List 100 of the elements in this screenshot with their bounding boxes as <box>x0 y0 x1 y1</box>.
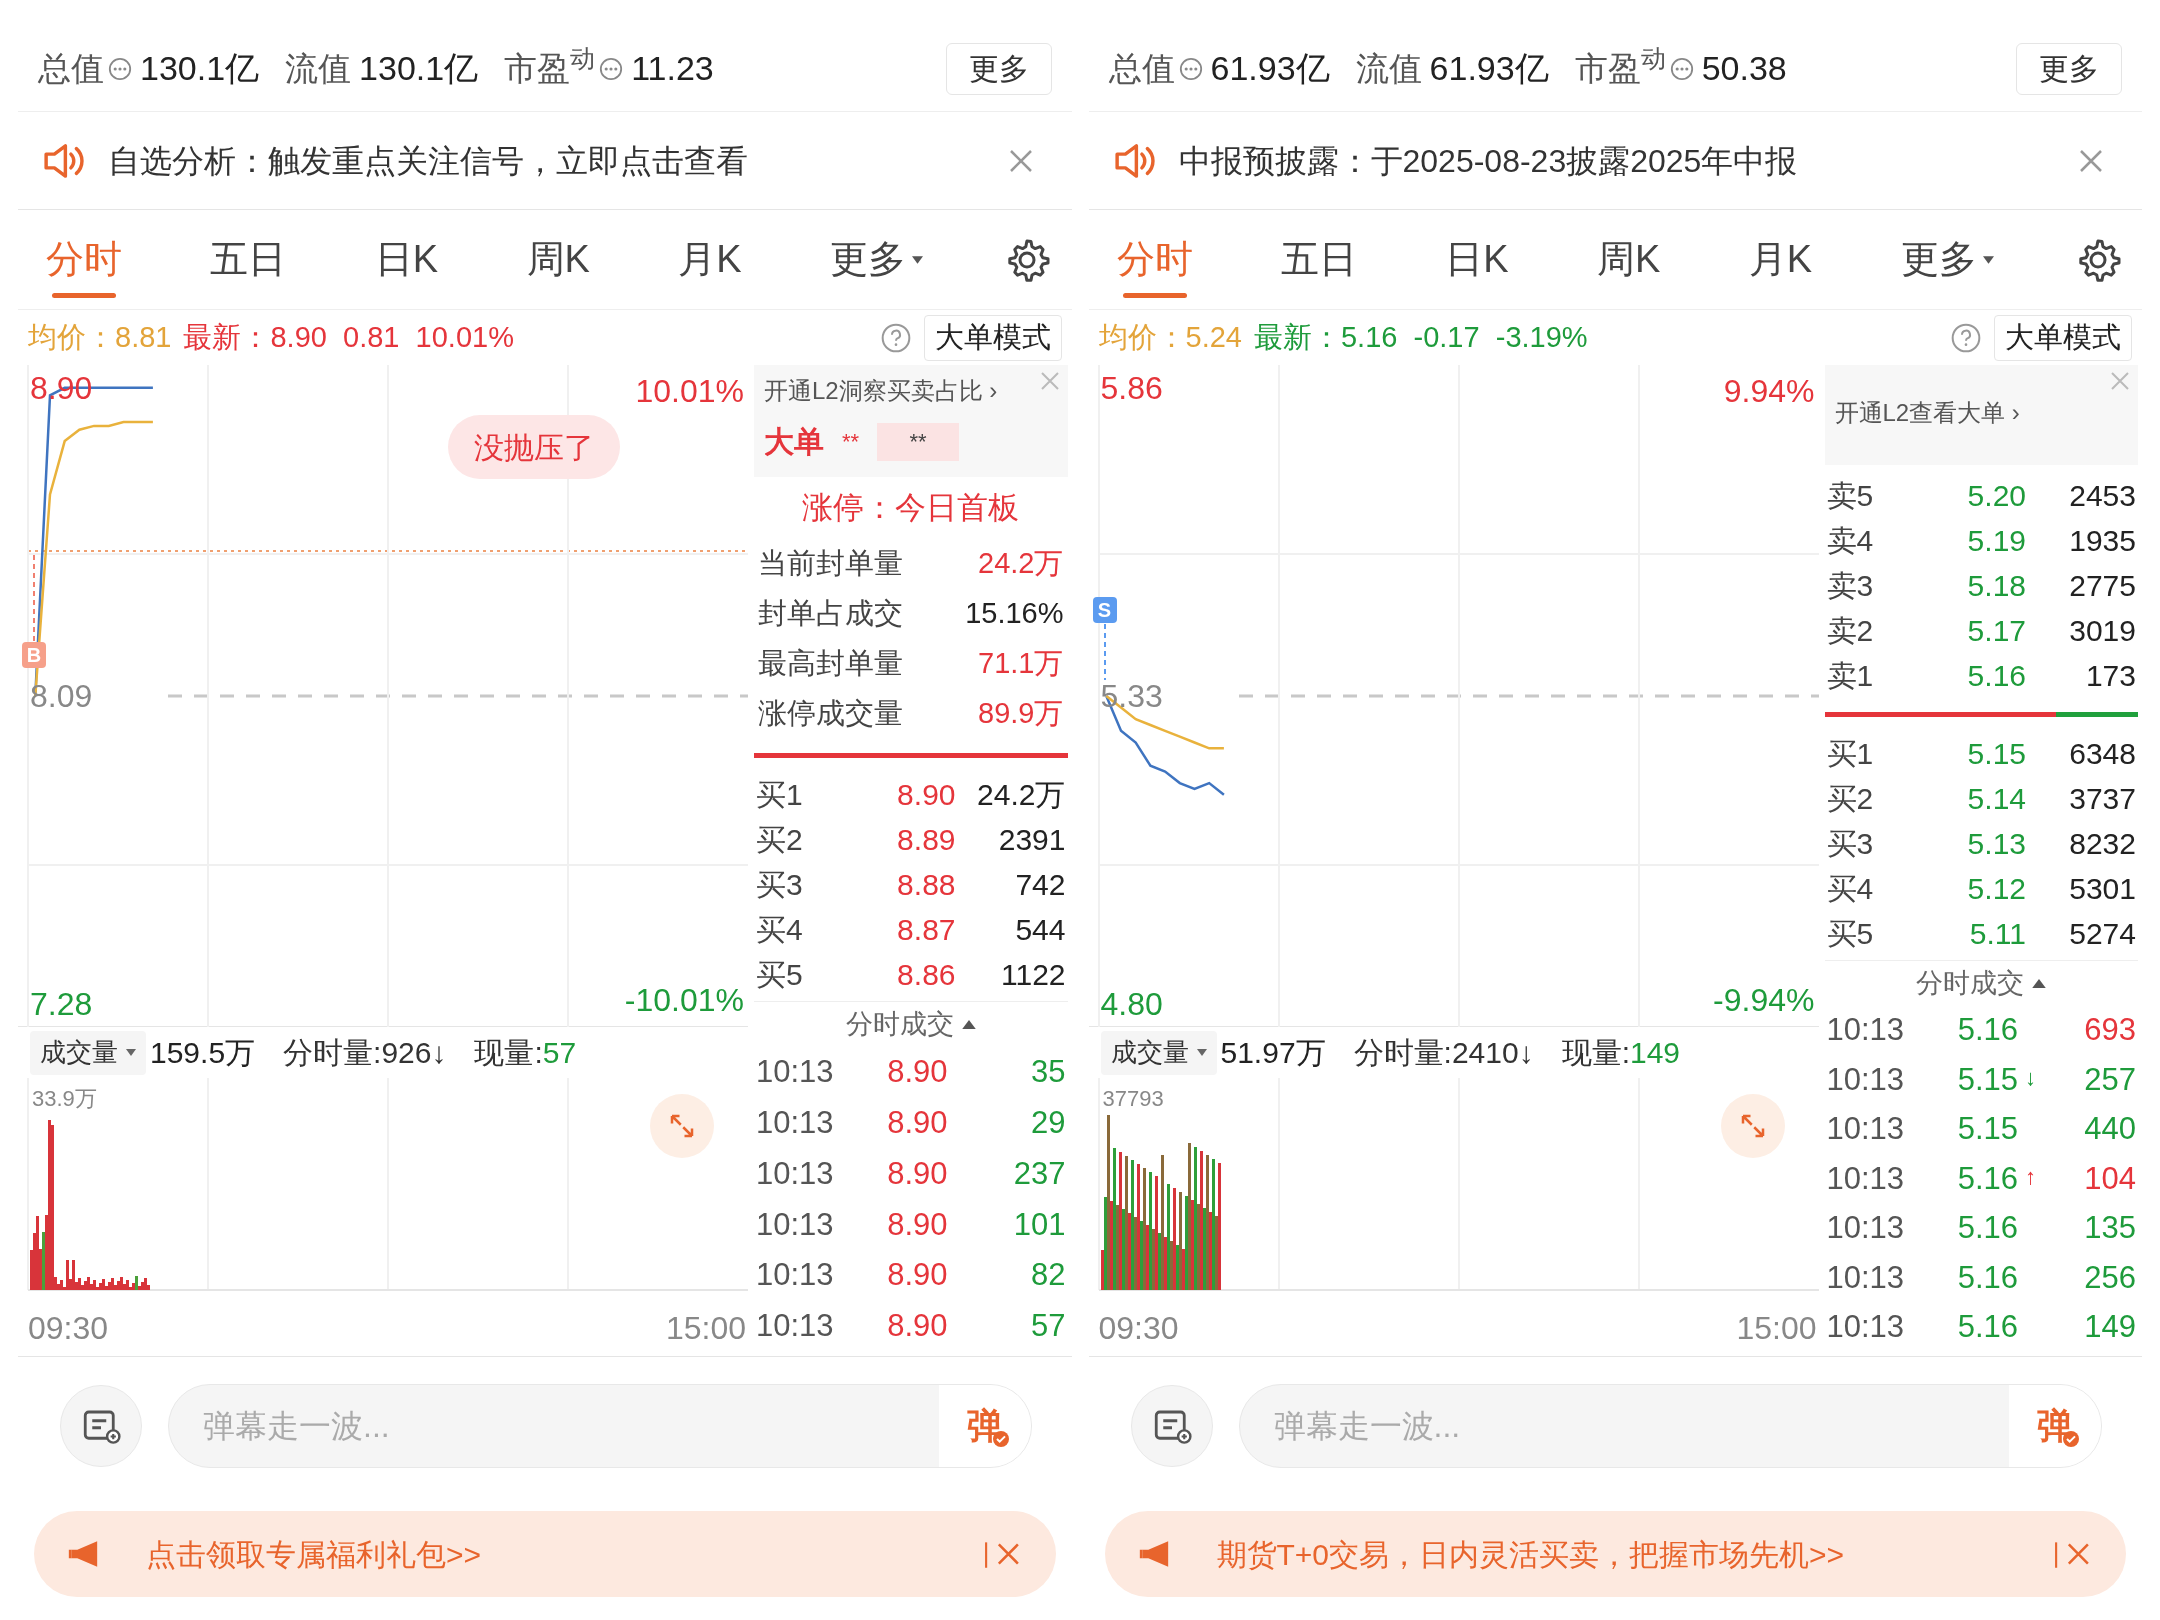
order-price: 5.11 <box>1968 916 2026 952</box>
price-axis-label: 4.80 <box>1100 984 1163 1023</box>
order-level-label: 买1 <box>1826 736 1875 772</box>
trade-quantity: 57 <box>1030 1307 1066 1346</box>
order-price: 5.20 <box>1966 478 2026 514</box>
stat-label: 总值 <box>38 48 104 89</box>
trade-quantity: 82 <box>1030 1256 1066 1295</box>
limit-up-value: 24.2万 <box>978 546 1064 582</box>
trade-time: 10:13 <box>1826 1159 1906 1198</box>
big-order-box: ** <box>877 422 960 461</box>
order-level-label: 买5 <box>1826 916 1875 952</box>
caret-icon[interactable] <box>2032 979 2047 988</box>
trade-quantity: 440 <box>2083 1110 2136 1149</box>
order-level-label: 买5 <box>756 957 804 993</box>
notice-text[interactable]: 中报预披露：于2025-08-23披露2025年中报 <box>1178 136 2054 185</box>
trade-time: 10:13 <box>756 1053 835 1092</box>
order-price: 8.88 <box>896 867 956 903</box>
dots-circle-icon[interactable] <box>108 56 132 81</box>
order-price: 5.16 <box>1966 658 2026 694</box>
limit-up-label: 封单占成交 <box>758 596 903 632</box>
time-axis-label: 15:00 <box>1736 1309 1817 1349</box>
trades-title: 分时成交 <box>845 1008 954 1042</box>
limit-up-label: 涨停成交量 <box>758 696 903 732</box>
trade-price: 8.90 <box>887 1257 948 1293</box>
current-volume-label: 现量: <box>1561 1035 1630 1072</box>
help-icon[interactable] <box>1950 321 1982 354</box>
stat-label: 市盈$^{动}$ <box>504 44 596 89</box>
caret-icon[interactable] <box>961 1020 976 1029</box>
chart-tab[interactable]: 月K <box>670 209 750 310</box>
more-button[interactable]: 更多 <box>945 42 1052 95</box>
volume-total: 159.5万 <box>150 1035 256 1072</box>
order-level-label: 卖2 <box>1826 613 1875 649</box>
chart-tab[interactable]: 周K <box>1589 209 1669 310</box>
order-quantity: 6348 <box>2068 736 2136 772</box>
chart-tab[interactable]: 五日 <box>202 209 295 310</box>
percent-axis-label: -10.01% <box>624 981 744 1021</box>
trade-time: 10:13 <box>1826 1011 1906 1050</box>
limit-up-value: 71.1万 <box>978 646 1064 682</box>
trade-quantity: 135 <box>2083 1209 2136 1248</box>
caret-icon <box>126 1049 136 1057</box>
chart-tab[interactable]: 更多 <box>822 209 932 310</box>
upgrade-link[interactable]: 开通L2查看大单 › <box>1834 399 2020 426</box>
dots-circle-icon[interactable] <box>599 56 624 81</box>
big-order-label: 大单 <box>764 424 824 460</box>
signal-badge[interactable]: 没抛压了 <box>448 415 620 479</box>
order-quantity: 2453 <box>2068 478 2136 514</box>
order-level-label: 买2 <box>756 822 804 858</box>
order-quantity: 3737 <box>2068 781 2136 817</box>
trade-price: 8.90 <box>887 1206 948 1242</box>
more-button[interactable]: 更多 <box>2016 42 2122 95</box>
trade-time: 10:13 <box>1826 1258 1906 1297</box>
trend-arrow: ↓ <box>2025 1063 2036 1092</box>
trade-time: 10:13 <box>756 1104 835 1142</box>
trade-quantity: 101 <box>1012 1205 1066 1244</box>
percent-axis-label: 10.01% <box>635 372 744 411</box>
order-level-label: 买4 <box>1826 871 1875 907</box>
trade-quantity: 35 <box>1030 1053 1066 1092</box>
chart-tab[interactable]: 日K <box>1437 209 1517 310</box>
order-quantity: 5274 <box>2068 916 2136 952</box>
trade-time: 10:13 <box>1826 1209 1906 1248</box>
stat-label: 总值 <box>1108 48 1175 89</box>
trend-arrow: ↑ <box>2025 1162 2036 1191</box>
volume-selector[interactable]: 成交量 <box>30 1030 146 1075</box>
trade-time: 10:13 <box>1826 1110 1906 1149</box>
order-level-label: 买2 <box>1826 781 1875 817</box>
average-price-label: 均价：8.81 <box>28 319 172 355</box>
big-order-mode-button[interactable]: 大单模式 <box>923 314 1062 361</box>
trade-price: 5.16 <box>1957 1210 2018 1246</box>
big-order-mode-button[interactable]: 大单模式 <box>1994 314 2132 361</box>
dots-circle-icon[interactable] <box>1669 56 1694 81</box>
order-quantity: 3019 <box>2068 613 2136 649</box>
chart-tab[interactable]: 五日 <box>1272 209 1365 310</box>
stat-value: 130.1亿 <box>140 48 260 89</box>
trade-quantity: 149 <box>2083 1308 2136 1346</box>
big-order-value: ** <box>842 428 860 456</box>
trade-time: 10:13 <box>1826 1308 1906 1346</box>
trade-time: 10:13 <box>756 1205 835 1244</box>
help-icon[interactable] <box>879 321 912 354</box>
chart-tab[interactable]: 月K <box>1740 209 1821 310</box>
stat-value: 11.23 <box>631 48 714 89</box>
dots-circle-icon[interactable] <box>1178 56 1203 81</box>
limit-up-value: 89.9万 <box>978 696 1064 732</box>
order-quantity: 5301 <box>2068 871 2136 907</box>
trade-quantity: 104 <box>2083 1159 2136 1198</box>
order-level-label: 买1 <box>756 777 804 813</box>
signal-line <box>1103 623 1106 681</box>
chart-tab[interactable]: 更多 <box>1892 209 2002 310</box>
time-axis-label: 09:30 <box>1098 1309 1179 1349</box>
upgrade-link[interactable]: 开通L2洞察买卖占比 › <box>764 377 998 404</box>
stat-value: 50.38 <box>1701 48 1787 89</box>
trade-price: 5.15 <box>1957 1061 2018 1097</box>
limit-up-label: 当前封单量 <box>758 546 903 582</box>
chart-tab[interactable]: 周K <box>518 209 598 310</box>
trade-price: 5.16 <box>1957 1012 2018 1048</box>
notice-text[interactable]: 自选分析：触发重点关注信号，立即点击查看 <box>108 136 984 185</box>
time-axis-label: 09:30 <box>28 1309 109 1349</box>
order-level-label: 买3 <box>1826 826 1875 862</box>
trade-quantity: 237 <box>1012 1154 1066 1193</box>
chart-tab[interactable]: 日K <box>366 209 447 310</box>
volume-selector[interactable]: 成交量 <box>1100 1030 1217 1075</box>
